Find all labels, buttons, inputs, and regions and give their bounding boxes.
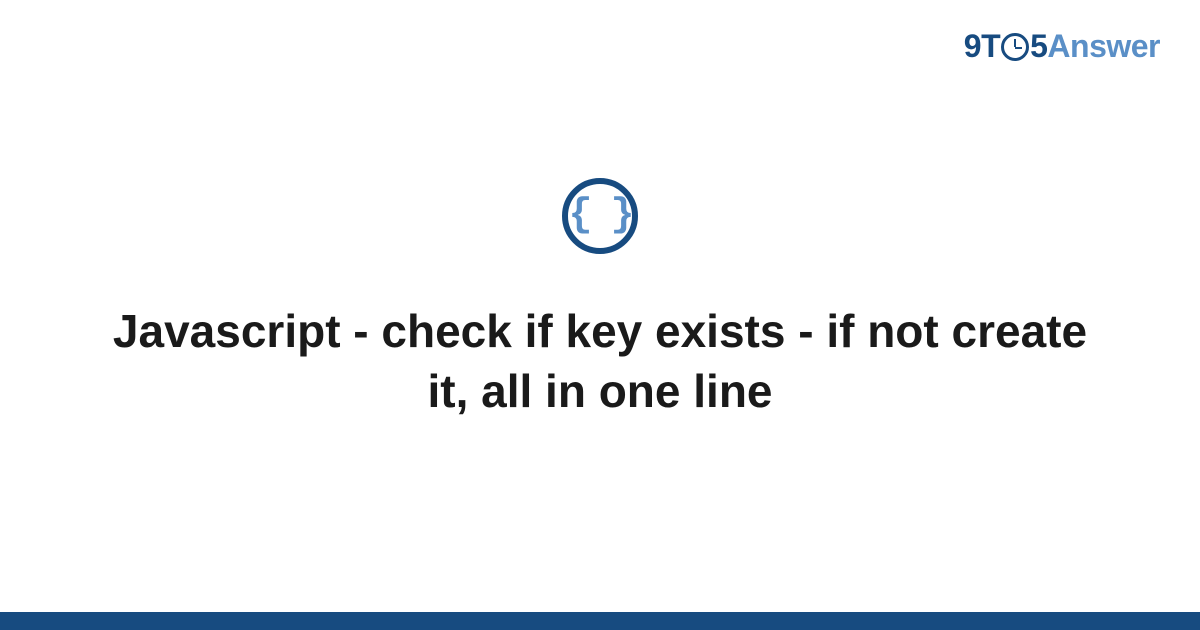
- code-braces-icon: { }: [562, 178, 638, 254]
- main-content: { } Javascript - check if key exists - i…: [0, 0, 1200, 630]
- footer-bar: [0, 612, 1200, 630]
- page-title: Javascript - check if key exists - if no…: [110, 302, 1090, 422]
- code-braces-glyph: { }: [568, 196, 631, 236]
